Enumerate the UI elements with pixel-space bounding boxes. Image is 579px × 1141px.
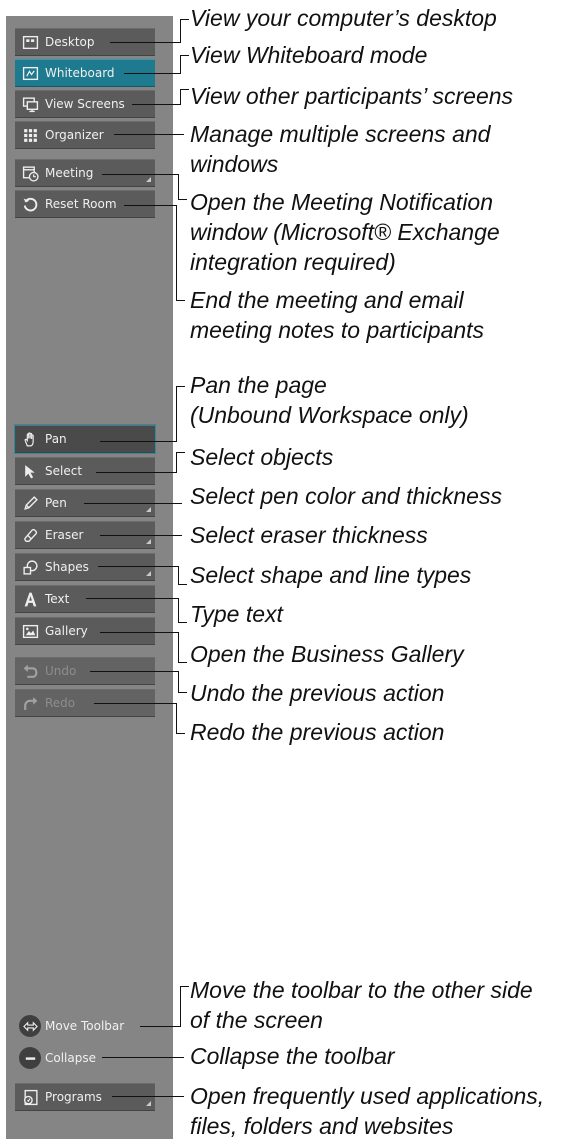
- callout-redo: Redo the previous action: [190, 719, 445, 745]
- callout-move-toolbar: Move the toolbar to the other side of th…: [190, 977, 533, 1033]
- callout-gallery: Open the Business Gallery: [190, 641, 464, 667]
- callout-programs: Open frequently used applications, files…: [190, 1083, 545, 1139]
- shapes-label: Shapes: [45, 560, 89, 574]
- submenu-arrow-icon: [146, 539, 151, 544]
- pen-label: Pen: [45, 496, 67, 510]
- callout-desktop: View your computer’s desktop: [190, 5, 497, 31]
- callout-organizer: Manage multiple screens and windows: [190, 121, 491, 177]
- programs-label: Programs: [45, 1090, 102, 1104]
- organizer-label: Organizer: [45, 128, 104, 142]
- move-toolbar-label: Move Toolbar: [45, 1019, 125, 1033]
- programs-icon: [15, 1089, 45, 1106]
- callout-select: Select objects: [190, 444, 334, 470]
- select-label: Select: [45, 464, 83, 478]
- submenu-arrow-icon: [146, 177, 151, 182]
- callout-eraser: Select eraser thickness: [190, 522, 428, 548]
- organizer-button[interactable]: Organizer: [15, 121, 155, 149]
- calendar-clock-icon: [15, 165, 45, 182]
- select-button[interactable]: Select: [15, 457, 155, 485]
- toolbar: Desktop Whiteboard View Screens Organize…: [6, 16, 173, 1139]
- pan-label: Pan: [45, 432, 67, 446]
- shapes-icon: [15, 559, 45, 576]
- collapse-label: Collapse: [45, 1051, 96, 1065]
- callout-pen: Select pen color and thickness: [190, 483, 502, 509]
- text-label: Text: [45, 592, 70, 606]
- reset-room-label: Reset Room: [45, 197, 117, 211]
- hand-icon: [15, 431, 45, 448]
- collapse-button[interactable]: Collapse: [15, 1044, 155, 1072]
- pen-icon: [15, 495, 45, 512]
- gallery-icon: [15, 623, 45, 640]
- pan-button[interactable]: Pan: [14, 424, 156, 454]
- redo-label: Redo: [45, 696, 76, 710]
- shapes-button[interactable]: Shapes: [15, 553, 155, 581]
- undo-label: Undo: [45, 664, 77, 678]
- double-arrow-icon: [19, 1015, 41, 1037]
- arrow-pointer-icon: [15, 463, 45, 480]
- view-screens-label: View Screens: [45, 97, 125, 111]
- desktop-icon: [15, 34, 45, 51]
- gallery-button[interactable]: Gallery: [15, 617, 155, 645]
- reset-room-button[interactable]: Reset Room: [15, 190, 155, 218]
- whiteboard-icon: [15, 65, 45, 82]
- whiteboard-label: Whiteboard: [45, 66, 115, 80]
- callout-collapse: Collapse the toolbar: [190, 1043, 395, 1069]
- callout-whiteboard: View Whiteboard mode: [190, 42, 428, 68]
- minus-icon: [19, 1047, 41, 1069]
- callout-meeting: Open the Meeting Notification window (Mi…: [190, 189, 500, 275]
- callout-reset-room: End the meeting and email meeting notes …: [190, 287, 485, 343]
- callout-undo: Undo the previous action: [190, 680, 445, 706]
- submenu-arrow-icon: [146, 571, 151, 576]
- reset-icon: [15, 196, 45, 213]
- eraser-icon: [15, 527, 45, 544]
- gallery-label: Gallery: [45, 624, 88, 638]
- redo-icon: [15, 695, 45, 712]
- text-a-icon: [15, 591, 45, 608]
- meeting-label: Meeting: [45, 166, 94, 180]
- grid-icon: [15, 127, 45, 144]
- callout-pan: Pan the page (Unbound Workspace only): [190, 372, 469, 428]
- desktop-label: Desktop: [45, 35, 95, 49]
- undo-icon: [15, 663, 45, 680]
- callout-view-screens: View other participants’ screens: [190, 83, 514, 109]
- text-button[interactable]: Text: [15, 585, 155, 613]
- programs-button[interactable]: Programs: [15, 1083, 155, 1111]
- submenu-arrow-icon: [146, 1101, 151, 1106]
- meeting-button[interactable]: Meeting: [15, 159, 155, 187]
- submenu-arrow-icon: [146, 507, 151, 512]
- monitor-icon: [15, 96, 45, 113]
- move-toolbar-button[interactable]: Move Toolbar: [15, 1012, 155, 1040]
- callout-shapes: Select shape and line types: [190, 562, 472, 588]
- eraser-label: Eraser: [45, 528, 84, 542]
- callout-text: Type text: [190, 601, 283, 627]
